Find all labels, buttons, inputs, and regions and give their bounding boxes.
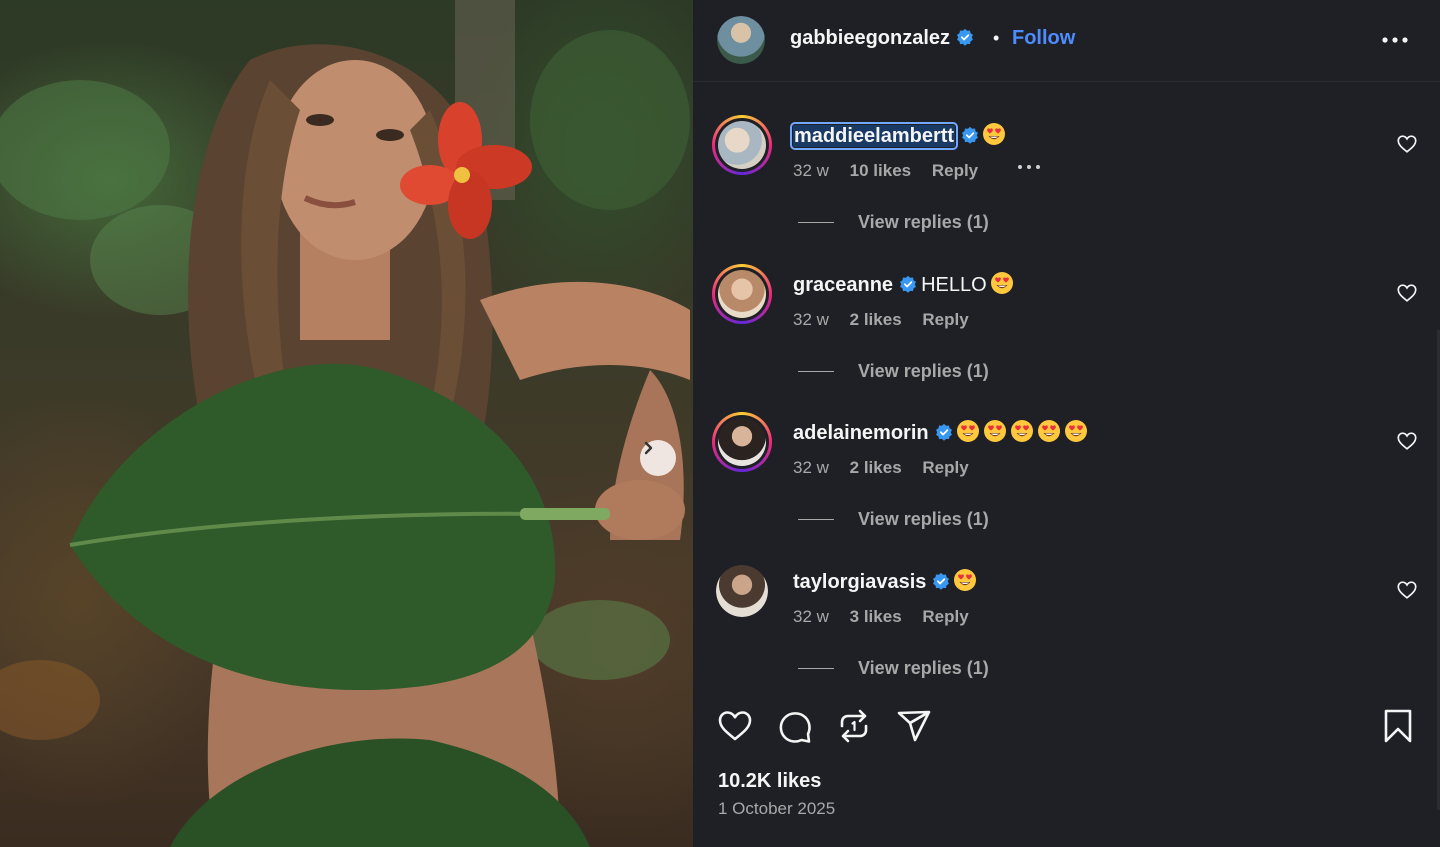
replies-divider [798,519,834,520]
heart-eyes-emoji-icon [956,420,979,442]
comment-content: taylorgiavasis [793,568,977,594]
comment-meta: 32 w 2 likes Reply [793,458,985,478]
comment-content: maddieelambertt [789,122,1006,150]
reply-button[interactable]: Reply [922,607,968,626]
avatar [718,121,766,169]
heart-eyes-emoji-icon [1037,420,1060,442]
comment-content: adelainemorin [793,419,1088,445]
commenter-avatar-ring[interactable] [712,412,772,472]
post-likes-count[interactable]: 10.2K likes [718,770,821,793]
comment-age: 32 w [793,458,829,477]
comment-age: 32 w [793,607,829,626]
comment-age: 32 w [793,310,829,329]
share-icon[interactable] [896,708,932,744]
verified-badge-icon [957,28,973,46]
comment-emojis [950,569,977,593]
heart-eyes-emoji-icon [1010,420,1033,442]
owner-username-text[interactable]: gabbieegonzalez [790,27,950,49]
heart-icon[interactable] [1396,579,1418,601]
comment-item: graceanne HELLO 32 w 2 likes Reply View r… [693,231,1440,381]
commenter-avatar-ring[interactable] [712,115,772,175]
comment-item: adelainemorin 32 w 2 likes Reply View re… [693,379,1440,529]
heart-icon[interactable] [1396,430,1418,452]
view-replies-button[interactable]: View replies (1) [798,658,989,679]
comment-icon[interactable] [777,708,813,744]
comment-emojis [979,123,1006,147]
post-photo-illustration [0,0,690,847]
verified-badge-icon [933,572,950,590]
more-horizontal-icon [1018,165,1040,169]
comment-emojis [953,420,1088,444]
replies-divider [798,371,834,372]
view-replies-label: View replies (1) [858,658,989,678]
comment-item: taylorgiavasis 32 w 3 likes Reply View r… [693,528,1440,678]
chevron-right-icon [644,441,653,455]
verified-badge-icon [935,423,952,441]
comment-username[interactable]: graceanne [793,274,893,296]
view-replies-button[interactable]: View replies (1) [798,509,989,530]
view-replies-label: View replies (1) [858,361,989,381]
post-header: gabbieegonzalez • Follow [693,0,1440,82]
comment-username[interactable]: maddieelambertt [789,122,959,150]
comment-likes-button[interactable]: 2 likes [850,310,902,329]
comment-emojis [987,272,1014,296]
view-replies-button[interactable]: View replies (1) [798,212,989,233]
post-date: 1 October 2025 [718,799,836,818]
next-photo-button[interactable] [640,440,676,476]
comment-likes-button[interactable]: 3 likes [850,607,902,626]
heart-eyes-emoji-icon [990,272,1013,294]
view-replies-label: View replies (1) [858,509,989,529]
comment-age: 32 w [793,161,829,180]
heart-icon[interactable] [717,708,753,744]
owner-avatar[interactable] [717,16,765,64]
heart-icon[interactable] [1396,282,1418,304]
owner-username[interactable]: gabbieegonzalez [790,27,974,50]
heart-eyes-emoji-icon [954,569,977,591]
comment-likes-button[interactable]: 2 likes [850,458,902,477]
reply-button[interactable]: Reply [922,458,968,477]
verified-badge-icon [900,275,916,293]
avatar [718,270,766,318]
verified-badge-icon [962,126,978,144]
avatar[interactable] [716,565,768,617]
comment-meta: 32 w 3 likes Reply [793,607,985,627]
heart-eyes-emoji-icon [983,123,1006,145]
comment-meta: 32 w 10 likes Reply [793,161,994,181]
comment-text: HELLO [921,274,987,296]
comment-item: maddieelambertt 32 w 10 likes Reply View… [693,82,1440,232]
heart-eyes-emoji-icon [1064,420,1087,442]
comment-username[interactable]: adelainemorin [793,422,929,444]
post-action-bar [693,700,1440,754]
replies-divider [798,222,834,223]
heart-eyes-emoji-icon [983,420,1006,442]
comment-likes-button[interactable]: 10 likes [850,161,911,180]
post-photo [0,0,693,847]
bookmark-icon[interactable] [1380,708,1416,744]
follow-button[interactable]: Follow [1012,27,1075,50]
header-separator: • [993,28,1000,48]
comment-content: graceanne HELLO [793,271,1014,297]
reply-button[interactable]: Reply [932,161,978,180]
more-horizontal-icon[interactable] [1373,26,1417,54]
heart-icon[interactable] [1396,133,1418,155]
comment-meta: 32 w 2 likes Reply [793,310,985,330]
commenter-avatar-ring[interactable] [712,264,772,324]
comment-options-button[interactable] [1016,159,1042,180]
post-side-panel: gabbieegonzalez • Follow maddieelambertt… [693,0,1440,847]
replies-divider [798,668,834,669]
comment-username[interactable]: taylorgiavasis [793,571,926,593]
repost-icon[interactable] [836,708,872,744]
comments-list: maddieelambertt 32 w 10 likes Reply View… [693,82,1440,682]
view-replies-label: View replies (1) [858,212,989,232]
reply-button[interactable]: Reply [922,310,968,329]
avatar [718,418,766,466]
